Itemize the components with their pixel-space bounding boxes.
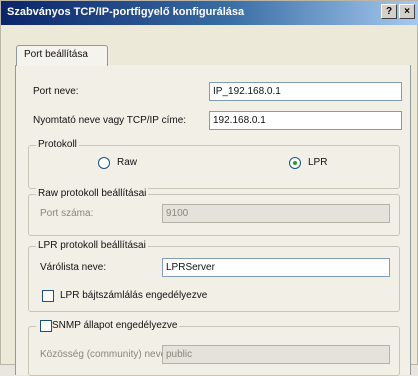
printer-name-label: Nyomtató neve vagy TCP/IP címe: (33, 115, 187, 126)
window-title: Szabványos TCP/IP-portfigyelő konfigurál… (7, 6, 245, 18)
title-bar: Szabványos TCP/IP-portfigyelő konfigurál… (1, 1, 418, 25)
tab-panel: Port neve: IP_192.168.0.1 Nyomtató neve … (15, 65, 411, 376)
port-number-label: Port száma: (40, 208, 94, 219)
queue-name-input[interactable]: LPRServer (162, 258, 390, 277)
queue-name-label: Várólista neve: (40, 262, 107, 273)
community-name-label: Közösség (community) neve: (40, 349, 169, 360)
lpr-radio-label: LPR (308, 157, 328, 168)
port-name-label: Port neve: (33, 86, 79, 97)
byte-counting-checkbox[interactable] (42, 290, 54, 302)
lpr-settings-group (28, 246, 400, 312)
snmp-checkbox[interactable] (40, 320, 52, 332)
close-button[interactable]: × (399, 4, 415, 19)
protocol-group-title: Protokoll (36, 139, 79, 150)
lpr-radio[interactable] (289, 157, 301, 169)
port-number-input[interactable]: 9100 (162, 204, 390, 223)
community-name-input[interactable]: public (162, 345, 390, 364)
port-name-input[interactable]: IP_192.168.0.1 (209, 82, 402, 101)
snmp-title: SNMP állapot engedélyezve (36, 320, 180, 331)
title-buttons: ? × (381, 4, 415, 19)
raw-radio-label: Raw (117, 157, 138, 168)
byte-counting-label: LPR bájtszámlálás engedélyezve (60, 290, 208, 301)
tab-port-settings[interactable]: Port beállítása (16, 45, 108, 66)
printer-name-input[interactable]: 192.168.0.1 (209, 111, 402, 130)
config-window: Szabványos TCP/IP-portfigyelő konfigurál… (0, 0, 418, 376)
protocol-group (28, 145, 400, 189)
help-button[interactable]: ? (381, 4, 397, 19)
raw-radio[interactable] (98, 157, 110, 169)
raw-settings-title: Raw protokoll beállításai (36, 188, 149, 199)
lpr-settings-title: LPR protokoll beállításai (36, 240, 148, 251)
